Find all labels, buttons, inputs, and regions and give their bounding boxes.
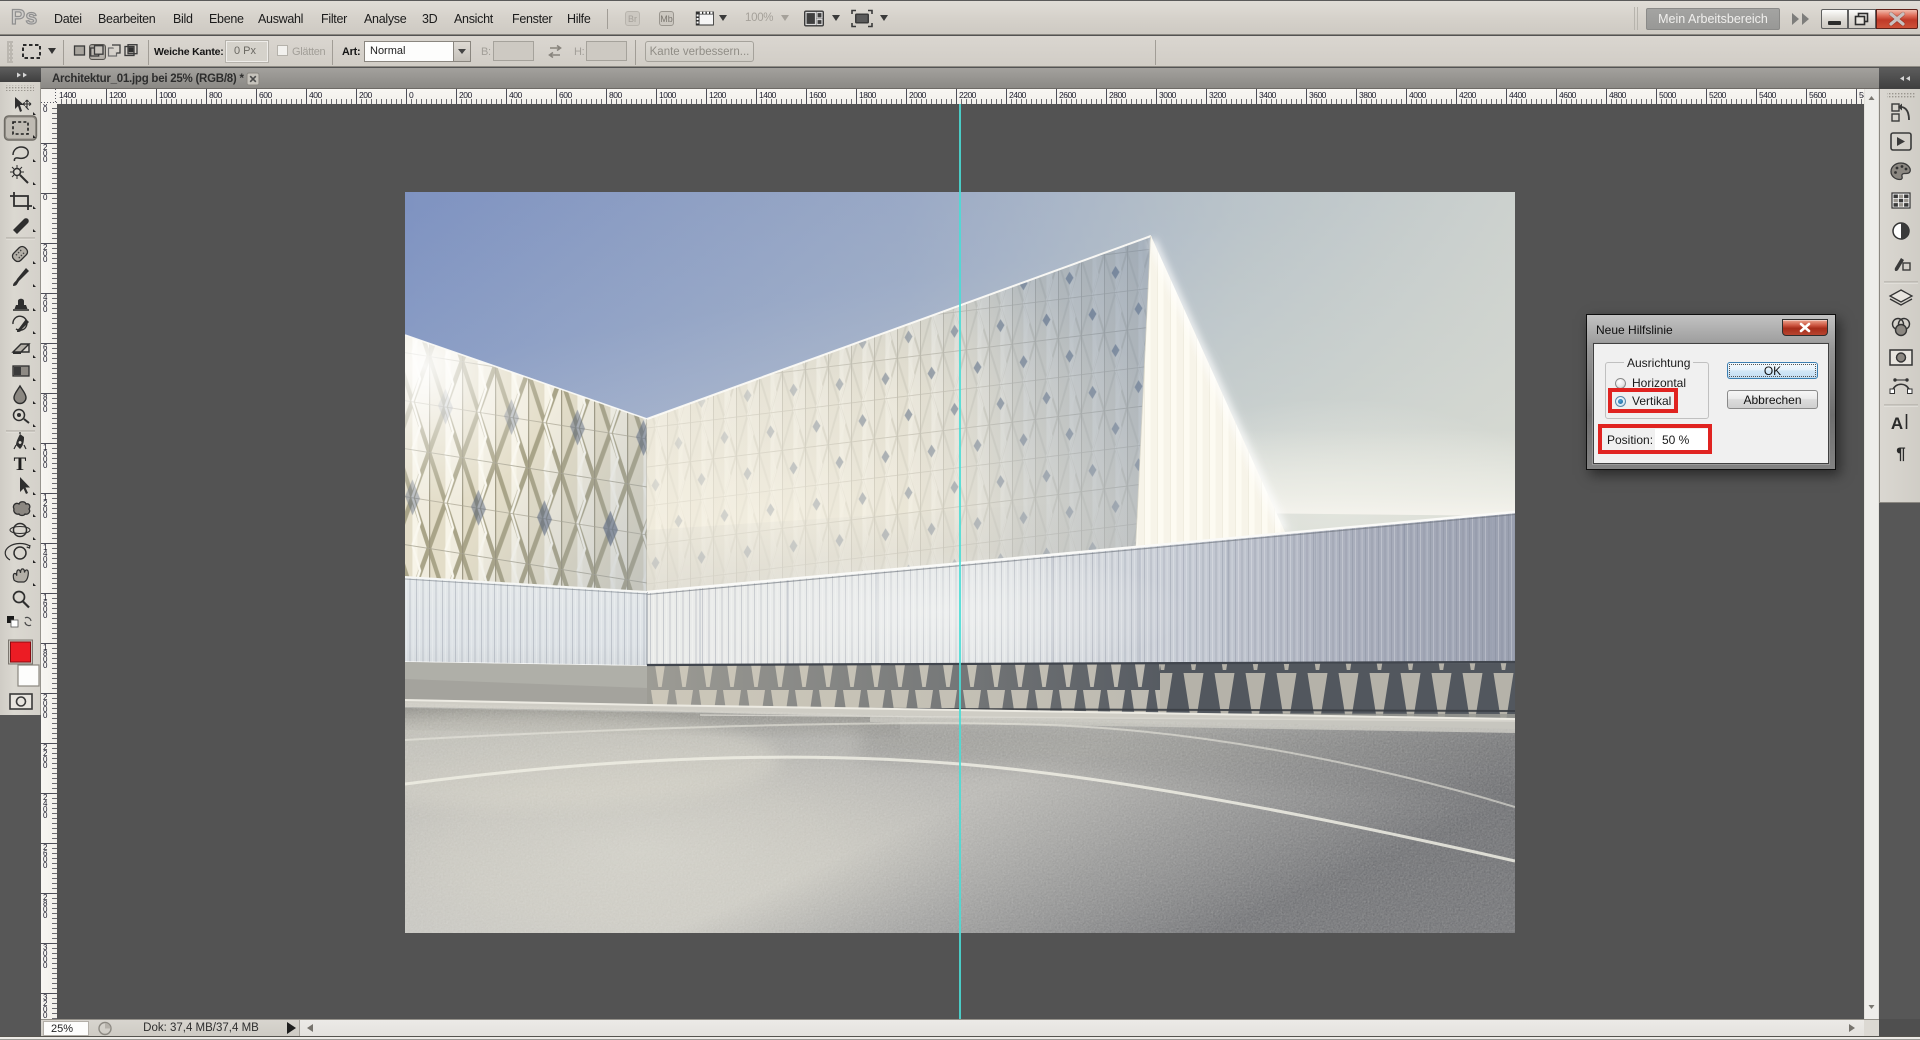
svg-text:A: A <box>1891 414 1903 433</box>
svg-text:¶: ¶ <box>1896 444 1905 463</box>
svg-text:T: T <box>14 454 27 475</box>
